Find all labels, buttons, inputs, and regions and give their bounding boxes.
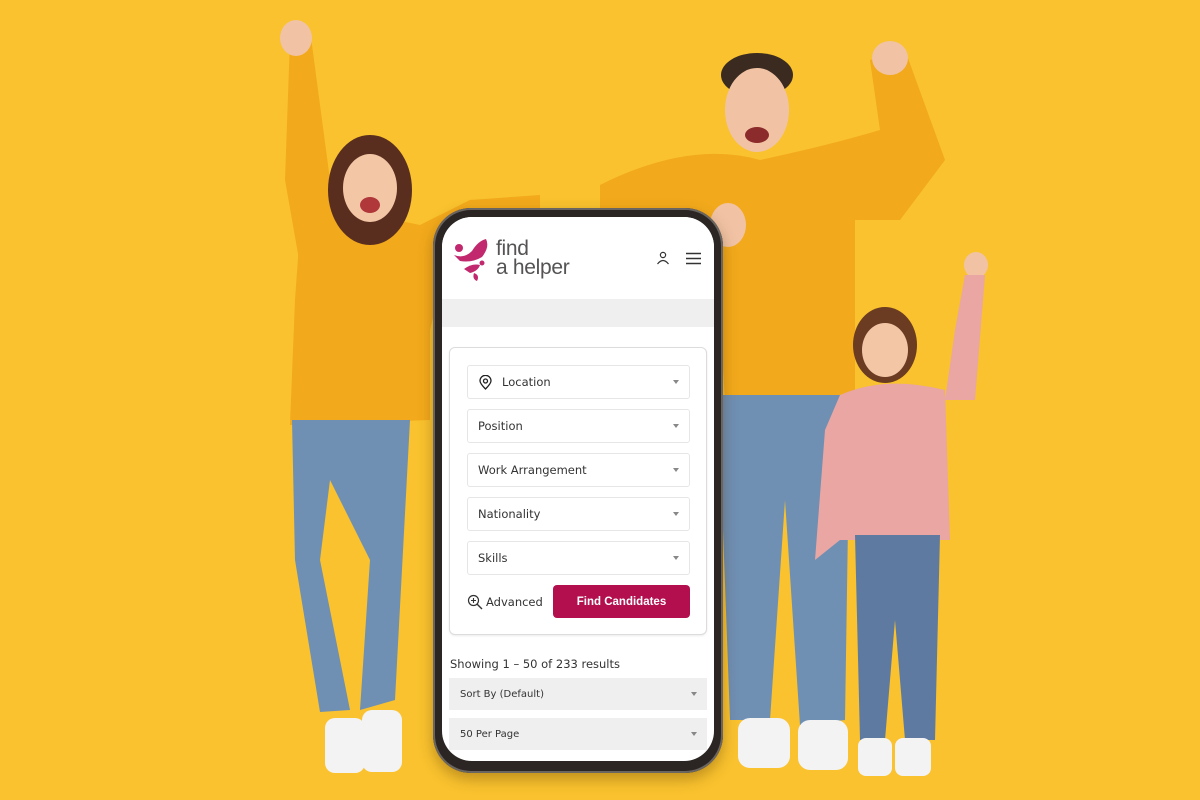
sort-by-select[interactable]: Sort By (Default)	[449, 678, 707, 710]
search-actions: Advanced Find Candidates	[467, 585, 690, 618]
brand-logo[interactable]: find a helper	[450, 233, 570, 283]
chevron-down-icon	[673, 556, 679, 560]
results-section: Showing 1 – 50 of 233 results Sort By (D…	[449, 657, 707, 750]
find-candidates-button[interactable]: Find Candidates	[553, 585, 690, 618]
phone-mockup: find a helper Location Position Work Arr…	[433, 208, 723, 773]
chevron-down-icon	[673, 468, 679, 472]
nationality-select-label: Nationality	[478, 507, 541, 521]
chevron-down-icon	[673, 380, 679, 384]
per-page-select[interactable]: 50 Per Page	[449, 718, 707, 750]
user-icon[interactable]	[654, 249, 672, 267]
results-summary: Showing 1 – 50 of 233 results	[450, 657, 621, 671]
logo-mark-icon	[454, 239, 488, 281]
phone-screen: find a helper Location Position Work Arr…	[442, 217, 714, 761]
brand-name: find a helper	[496, 238, 570, 279]
work-arrangement-select[interactable]: Work Arrangement	[467, 453, 690, 487]
zoom-in-icon	[467, 594, 483, 609]
location-select-label: Location	[502, 375, 551, 389]
header-divider-band	[442, 299, 714, 327]
chevron-down-icon	[673, 424, 679, 428]
position-select[interactable]: Position	[467, 409, 690, 443]
advanced-search-toggle[interactable]: Advanced	[467, 594, 543, 610]
brand-name-line2: a helper	[496, 256, 570, 279]
app-header: find a helper	[442, 217, 714, 299]
header-actions	[654, 249, 702, 267]
position-select-label: Position	[478, 419, 523, 433]
chevron-down-icon	[691, 692, 697, 696]
chevron-down-icon	[691, 732, 697, 736]
sort-by-label: Sort By (Default)	[460, 688, 544, 700]
chevron-down-icon	[673, 512, 679, 516]
location-select[interactable]: Location	[467, 365, 690, 399]
menu-icon[interactable]	[684, 249, 702, 267]
skills-select[interactable]: Skills	[467, 541, 690, 575]
per-page-label: 50 Per Page	[460, 728, 520, 740]
advanced-search-label: Advanced	[486, 594, 543, 609]
promo-scene: find a helper Location Position Work Arr…	[0, 0, 1200, 800]
work-arrangement-select-label: Work Arrangement	[478, 463, 587, 477]
nationality-select[interactable]: Nationality	[467, 497, 690, 531]
candidate-search-form: Location Position Work Arrangement Natio…	[449, 347, 707, 635]
location-pin-icon	[479, 374, 492, 390]
skills-select-label: Skills	[478, 551, 508, 565]
